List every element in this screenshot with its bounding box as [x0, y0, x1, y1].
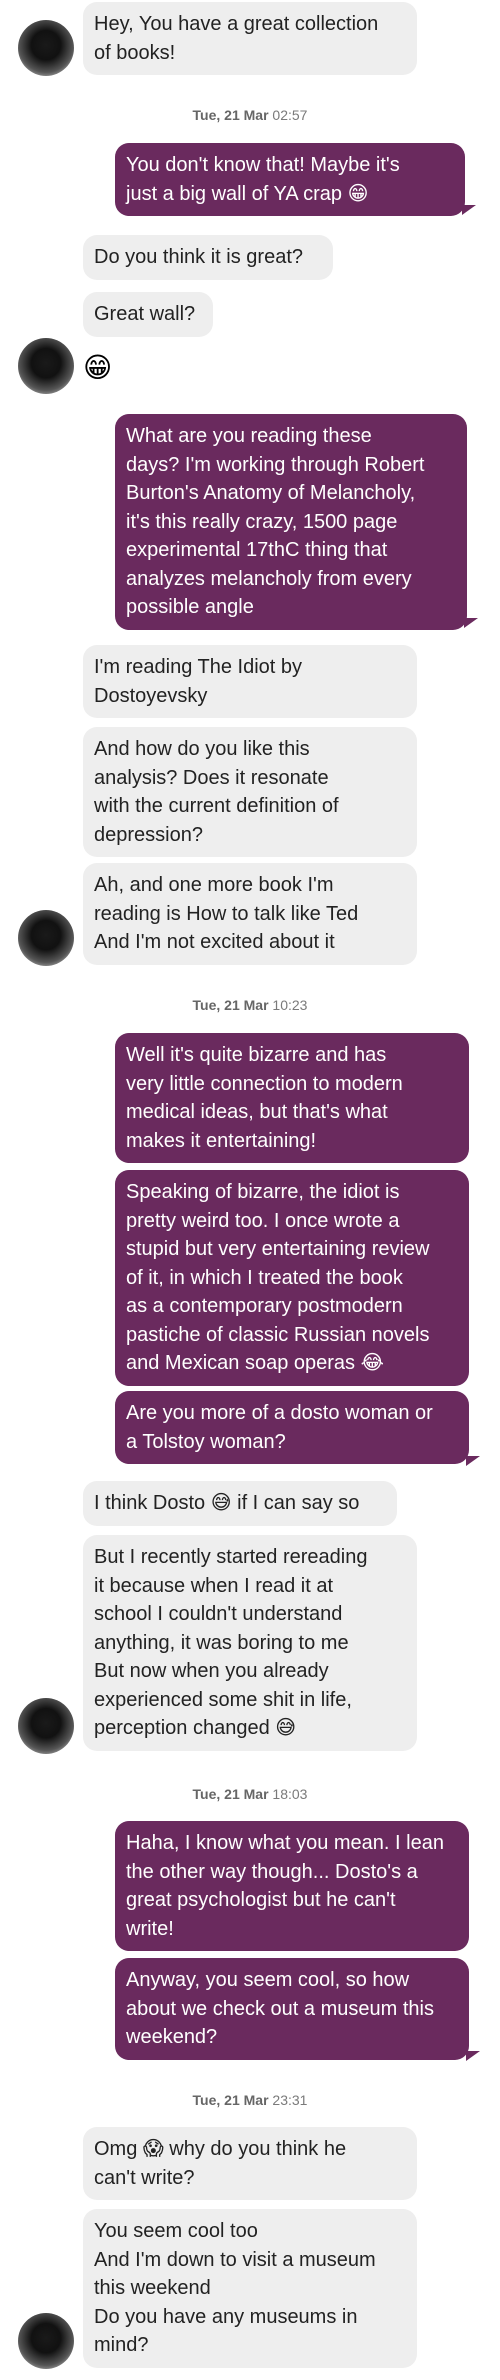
timestamp-time: 23:31: [272, 2092, 308, 2108]
timestamp-time: 10:23: [272, 997, 308, 1013]
bubble-tail: [462, 205, 476, 215]
timestamp-time: 02:57: [272, 107, 308, 123]
avatar[interactable]: [18, 910, 74, 966]
avatar[interactable]: [18, 1698, 74, 1754]
message-bubble-outgoing: Speaking of bizarre, the idiot is pretty…: [115, 1170, 469, 1386]
bubble-tail: [466, 1456, 480, 1466]
avatar[interactable]: [18, 20, 74, 76]
message-bubble-outgoing: Well it's quite bizarre and has very lit…: [115, 1033, 469, 1163]
message-bubble-incoming: Hey, You have a great collection of book…: [83, 2, 417, 75]
bubble-tail: [466, 2051, 480, 2061]
timestamp-day: Tue, 21 Mar: [192, 1786, 269, 1802]
message-emoji: 😁: [83, 352, 113, 383]
timestamp-day: Tue, 21 Mar: [192, 997, 269, 1013]
avatar[interactable]: [18, 2313, 74, 2369]
message-bubble-outgoing: You don't know that! Maybe it's just a b…: [115, 143, 465, 216]
message-bubble-incoming: Do you think it is great?: [83, 235, 333, 280]
avatar[interactable]: [18, 338, 74, 394]
message-bubble-incoming: Omg 😱 why do you think he can't write?: [83, 2127, 417, 2200]
message-bubble-outgoing: Haha, I know what you mean. I lean the o…: [115, 1821, 469, 1951]
timestamp-divider: Tue, 21 Mar 18:03: [0, 1786, 500, 1802]
timestamp-divider: Tue, 21 Mar 02:57: [0, 107, 500, 123]
message-bubble-incoming: You seem cool too And I'm down to visit …: [83, 2209, 417, 2368]
message-bubble-incoming: I'm reading The Idiot by Dostoyevsky: [83, 645, 417, 718]
message-bubble-incoming: And how do you like this analysis? Does …: [83, 727, 417, 857]
message-bubble-outgoing: Are you more of a dosto woman or a Tolst…: [115, 1391, 469, 1464]
message-bubble-incoming: Ah, and one more book I'm reading is How…: [83, 863, 417, 965]
message-bubble-incoming: Great wall?: [83, 292, 213, 337]
message-bubble-outgoing: Anyway, you seem cool, so how about we c…: [115, 1958, 469, 2060]
timestamp-day: Tue, 21 Mar: [192, 107, 269, 123]
message-bubble-incoming: But I recently started rereading it beca…: [83, 1535, 417, 1751]
message-bubble-incoming: I think Dosto 😅 if I can say so: [83, 1481, 397, 1526]
timestamp-day: Tue, 21 Mar: [192, 2092, 269, 2108]
timestamp-divider: Tue, 21 Mar 23:31: [0, 2092, 500, 2108]
bubble-tail: [464, 618, 478, 628]
message-bubble-outgoing: What are you reading these days? I'm wor…: [115, 414, 467, 630]
timestamp-divider: Tue, 21 Mar 10:23: [0, 997, 500, 1013]
timestamp-time: 18:03: [272, 1786, 308, 1802]
